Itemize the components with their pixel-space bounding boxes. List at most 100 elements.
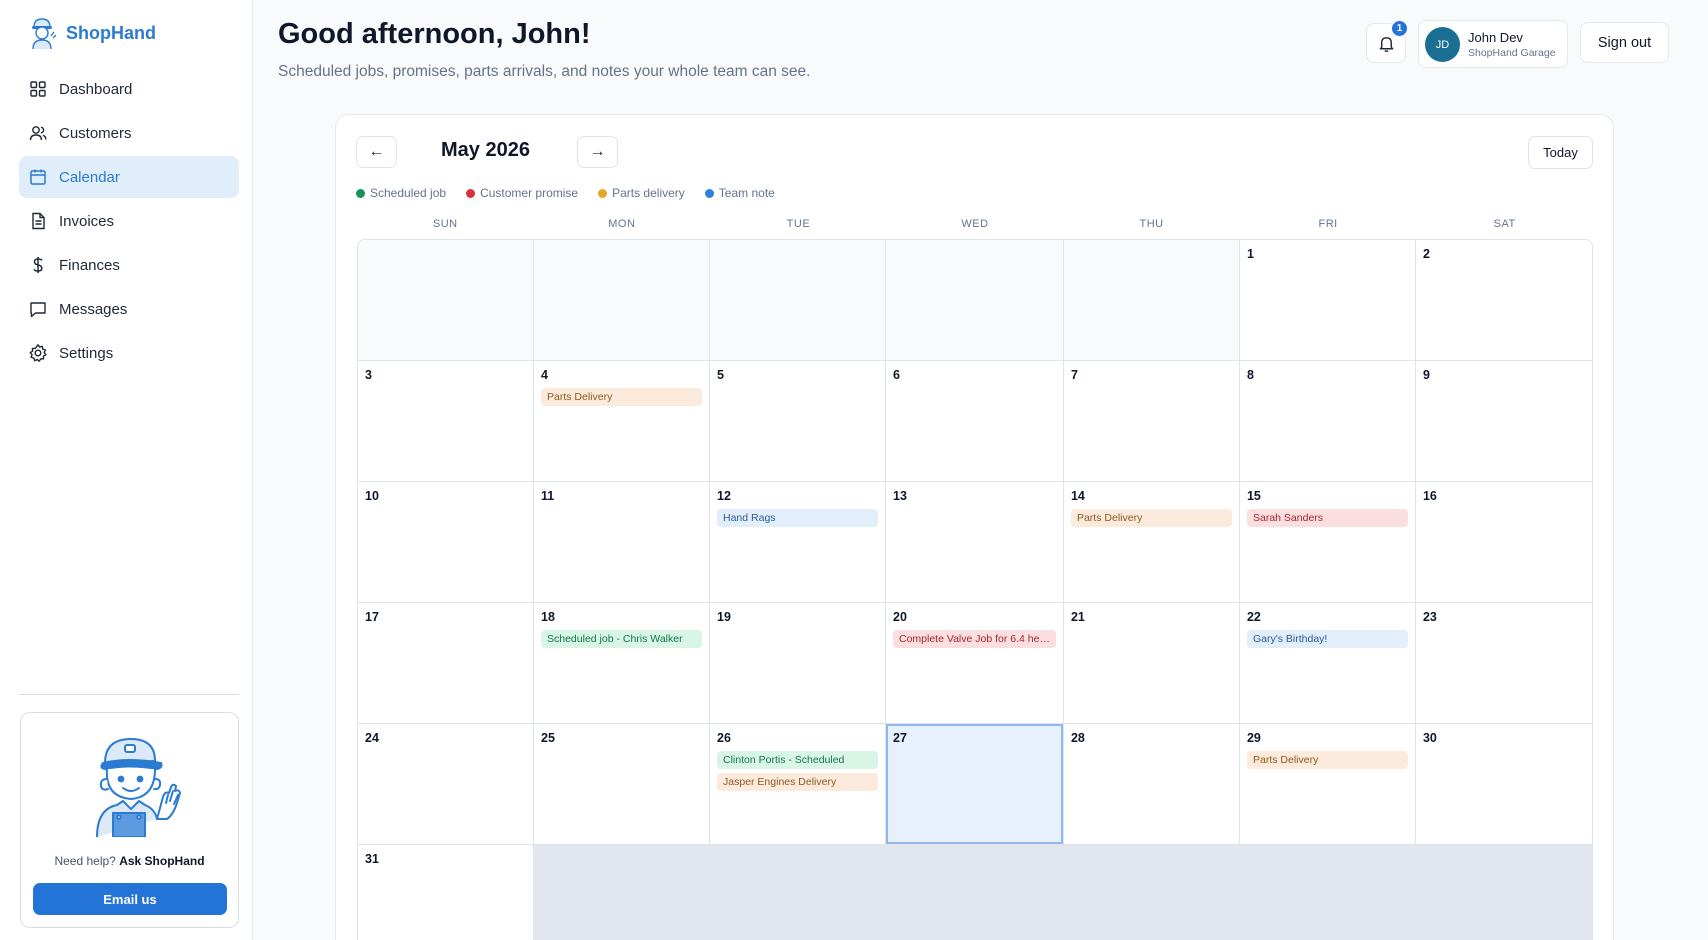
day-number: 17 bbox=[365, 610, 379, 624]
calendar-day[interactable]: 29 Parts Delivery bbox=[1239, 724, 1416, 845]
calendar-day[interactable]: 3 bbox=[358, 361, 534, 482]
calendar-day[interactable]: 25 bbox=[534, 724, 710, 845]
sidebar-item-dashboard[interactable]: Dashboard bbox=[19, 68, 239, 110]
help-text: Need help? Ask ShopHand bbox=[21, 854, 238, 868]
calendar-day[interactable]: 10 bbox=[358, 482, 534, 603]
brand[interactable]: ShopHand bbox=[27, 16, 156, 50]
dashboard-icon bbox=[30, 81, 46, 97]
calendar-event[interactable]: Scheduled job - Chris Walker bbox=[541, 630, 702, 648]
previous-month-button[interactable]: ← bbox=[356, 136, 397, 168]
calendar-day[interactable]: 7 bbox=[1063, 361, 1240, 482]
calendar-event[interactable]: Gary's Birthday! bbox=[1246, 630, 1408, 648]
sidebar-item-customers[interactable]: Customers bbox=[19, 112, 239, 154]
calendar-day[interactable]: 28 bbox=[1063, 724, 1240, 845]
day-number: 24 bbox=[365, 731, 379, 745]
calendar-day[interactable]: 11 bbox=[534, 482, 710, 603]
calendar-cell-filler bbox=[534, 845, 710, 940]
day-number: 11 bbox=[541, 489, 555, 503]
calendar-day[interactable]: 8 bbox=[1239, 361, 1416, 482]
day-number: 16 bbox=[1422, 489, 1437, 503]
calendar-day[interactable]: 22 Gary's Birthday! bbox=[1239, 603, 1416, 724]
users-icon bbox=[29, 126, 47, 141]
sidebar-item-label: Settings bbox=[59, 344, 114, 362]
weekday-label: WED bbox=[961, 218, 989, 230]
day-number: 3 bbox=[365, 368, 372, 382]
weekday-header: SUN MON TUE WED THU FRI SAT bbox=[357, 218, 1593, 230]
day-number: 19 bbox=[717, 610, 731, 624]
calendar-day[interactable]: 5 bbox=[710, 361, 886, 482]
calendar-event[interactable]: Clinton Portis - Scheduled bbox=[717, 751, 878, 769]
calendar-day[interactable]: 17 bbox=[358, 603, 534, 724]
day-number: 15 bbox=[1246, 489, 1261, 503]
calendar-event[interactable]: Jasper Engines Delivery bbox=[717, 773, 878, 791]
calendar-day[interactable]: 24 bbox=[358, 724, 534, 845]
calendar-day[interactable]: 2 bbox=[1415, 240, 1592, 361]
calendar-day[interactable]: 30 bbox=[1415, 724, 1592, 845]
help-strong[interactable]: Ask ShopHand bbox=[119, 854, 204, 868]
sidebar-item-label: Customers bbox=[59, 124, 132, 142]
day-number: 13 bbox=[893, 489, 907, 503]
calendar-day[interactable]: 16 bbox=[1415, 482, 1592, 603]
day-number: 18 bbox=[541, 610, 555, 624]
calendar-cell-filler bbox=[1239, 845, 1416, 940]
mechanic-mascot-icon bbox=[96, 738, 181, 837]
next-month-button[interactable]: → bbox=[577, 136, 618, 168]
day-number: 7 bbox=[1070, 368, 1078, 382]
calendar-event[interactable]: Sarah Sanders bbox=[1246, 509, 1408, 527]
sidebar-item-messages[interactable]: Messages bbox=[19, 288, 239, 330]
calendar-cell-filler bbox=[1415, 845, 1592, 940]
legend-label: Scheduled job bbox=[370, 186, 447, 200]
weekday-label: THU bbox=[1139, 218, 1164, 230]
sidebar-divider bbox=[19, 694, 239, 695]
calendar-cell-filler bbox=[710, 845, 886, 940]
calendar-event[interactable]: Parts Delivery bbox=[1246, 751, 1408, 769]
calendar-event[interactable]: Parts Delivery bbox=[1070, 509, 1232, 527]
calendar-day[interactable]: 19 bbox=[710, 603, 886, 724]
day-number: 23 bbox=[1422, 610, 1437, 624]
today-button[interactable]: Today bbox=[1528, 136, 1593, 169]
day-number: 1 bbox=[1246, 247, 1254, 261]
dollar-icon bbox=[33, 257, 43, 273]
day-number: 2 bbox=[1422, 247, 1430, 261]
calendar-day[interactable]: 26 Clinton Portis - Scheduled Jasper Engin… bbox=[710, 724, 886, 845]
calendar-day[interactable]: 6 bbox=[886, 361, 1064, 482]
sidebar-item-calendar[interactable]: Calendar bbox=[19, 156, 239, 198]
calendar-event[interactable]: Complete Valve Job for 6.4 he… bbox=[893, 630, 1056, 648]
calendar-day[interactable]: 13 bbox=[886, 482, 1064, 603]
calendar-day[interactable]: 31 bbox=[358, 845, 534, 940]
calendar-day[interactable]: 9 bbox=[1415, 361, 1592, 482]
legend-item-scheduled-job: Scheduled job bbox=[356, 186, 446, 200]
email-us-button[interactable]: Email us bbox=[33, 883, 227, 915]
calendar-day[interactable]: 14 Parts Delivery bbox=[1063, 482, 1240, 603]
calendar-day[interactable]: 23 bbox=[1415, 603, 1592, 724]
page-subtitle: Scheduled jobs, promises, parts arrivals… bbox=[278, 63, 811, 80]
sidebar-item-settings[interactable]: Settings bbox=[19, 332, 239, 374]
day-number: 6 bbox=[893, 368, 900, 382]
user-menu[interactable]: JD John Dev ShopHand Garage bbox=[1418, 20, 1568, 68]
brand-name: ShopHand bbox=[66, 22, 156, 43]
calendar-day[interactable]: 20 Complete Valve Job for 6.4 he… bbox=[886, 603, 1064, 724]
calendar-day[interactable]: 18 Scheduled job - Chris Walker bbox=[534, 603, 710, 724]
calendar-grid: 1 2 3 4 Parts Delivery 5 6 7 8 9 10 11 12 Hand Rags 13… bbox=[357, 239, 1593, 940]
day-number: 25 bbox=[541, 731, 555, 745]
calendar-day[interactable]: 21 bbox=[1063, 603, 1240, 724]
page-title: Good afternoon, John! bbox=[278, 18, 591, 50]
gear-icon bbox=[29, 344, 47, 362]
calendar-day[interactable]: 4 Parts Delivery bbox=[534, 361, 710, 482]
calendar-event[interactable]: Hand Rags bbox=[717, 509, 878, 527]
sign-out-button[interactable]: Sign out bbox=[1580, 22, 1669, 63]
legend-item-customer-promise: Customer promise bbox=[466, 186, 578, 200]
month-title: May 2026 bbox=[441, 139, 530, 161]
calendar-day-today[interactable]: 27 bbox=[886, 724, 1064, 845]
legend-label: Team note bbox=[718, 186, 775, 200]
sidebar-item-invoices[interactable]: Invoices bbox=[19, 200, 239, 242]
calendar-event[interactable]: Parts Delivery bbox=[541, 388, 702, 406]
calendar-cell-filler bbox=[1063, 845, 1240, 940]
sidebar-item-finances[interactable]: Finances bbox=[19, 244, 239, 286]
day-number: 26 bbox=[717, 731, 731, 745]
calendar-day[interactable]: 12 Hand Rags bbox=[710, 482, 886, 603]
day-number: 22 bbox=[1246, 610, 1261, 624]
day-number: 21 bbox=[1070, 610, 1085, 624]
calendar-day[interactable]: 15 Sarah Sanders bbox=[1239, 482, 1416, 603]
calendar-day[interactable]: 1 bbox=[1239, 240, 1416, 361]
